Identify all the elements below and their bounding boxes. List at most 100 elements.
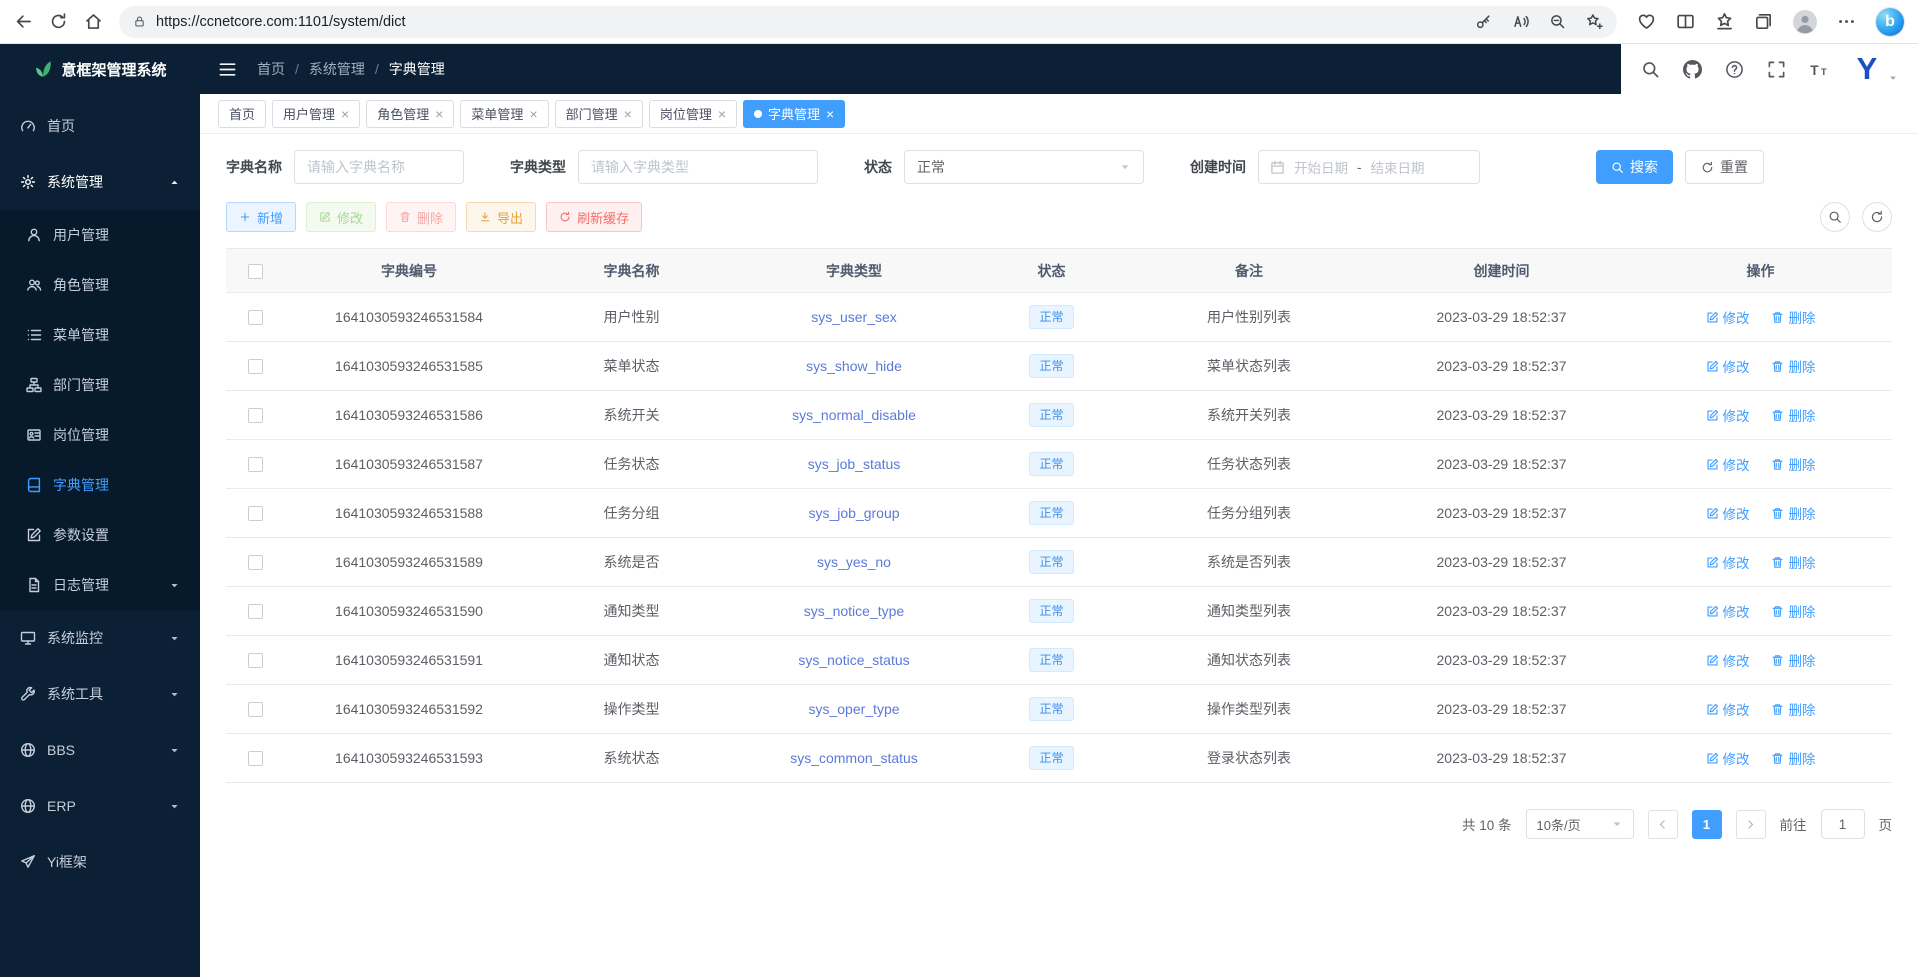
row-delete-link[interactable]: 删除	[1771, 454, 1815, 474]
row-delete-link[interactable]: 删除	[1771, 356, 1815, 376]
sidebar-item-param-settings[interactable]: 参数设置	[0, 510, 200, 560]
tab-close-icon[interactable]: ×	[341, 107, 349, 121]
tab-close-icon[interactable]: ×	[826, 107, 834, 121]
dict-type-link[interactable]: sys_normal_disable	[792, 407, 916, 423]
tab-home[interactable]: 首页	[218, 100, 266, 128]
refresh-table-button[interactable]	[1862, 202, 1892, 232]
github-icon[interactable]	[1683, 60, 1702, 79]
row-edit-link[interactable]: 修改	[1706, 699, 1750, 719]
dict-type-link[interactable]: sys_job_group	[808, 505, 899, 521]
lock-icon[interactable]	[133, 15, 146, 28]
bing-icon[interactable]: b	[1876, 8, 1904, 36]
row-edit-link[interactable]: 修改	[1706, 601, 1750, 621]
row-delete-link[interactable]: 删除	[1771, 650, 1815, 670]
dict-type-link[interactable]: sys_notice_status	[798, 652, 909, 668]
sidebar-item-system-monitor[interactable]: 系统监控	[0, 610, 200, 666]
select-all-checkbox[interactable]	[248, 264, 263, 279]
tab-close-icon[interactable]: ×	[529, 107, 537, 121]
reset-button[interactable]: 重置	[1685, 150, 1764, 184]
row-checkbox[interactable]	[248, 408, 263, 423]
row-delete-link[interactable]: 删除	[1771, 307, 1815, 327]
tab-post-mgmt[interactable]: 岗位管理×	[649, 100, 737, 128]
row-checkbox[interactable]	[248, 506, 263, 521]
sidebar-item-log-mgmt[interactable]: 日志管理	[0, 560, 200, 610]
breadcrumb-home[interactable]: 首页	[257, 59, 285, 79]
row-edit-link[interactable]: 修改	[1706, 356, 1750, 376]
sidebar-toggle-icon[interactable]	[218, 60, 237, 79]
row-edit-link[interactable]: 修改	[1706, 405, 1750, 425]
tab-dept-mgmt[interactable]: 部门管理×	[555, 100, 643, 128]
delete-button[interactable]: 删除	[386, 202, 456, 232]
star-add-icon[interactable]	[1586, 13, 1603, 30]
dict-type-link[interactable]: sys_notice_type	[804, 603, 904, 619]
goto-page-input[interactable]	[1821, 809, 1865, 839]
page-size-select[interactable]: 10条/页	[1526, 809, 1634, 839]
edit-button[interactable]: 修改	[306, 202, 376, 232]
tab-dict-mgmt[interactable]: 字典管理×	[743, 100, 845, 128]
sidebar-item-menu-mgmt[interactable]: 菜单管理	[0, 310, 200, 360]
sidebar-item-user-mgmt[interactable]: 用户管理	[0, 210, 200, 260]
export-button[interactable]: 导出	[466, 202, 536, 232]
profile-avatar[interactable]	[1793, 10, 1817, 34]
read-aloud-icon[interactable]	[1512, 13, 1529, 30]
row-checkbox[interactable]	[248, 310, 263, 325]
dict-type-link[interactable]: sys_yes_no	[817, 554, 891, 570]
tab-close-icon[interactable]: ×	[624, 107, 632, 121]
star-bar-icon[interactable]	[1715, 12, 1734, 31]
browser-reload-icon[interactable]	[49, 12, 68, 31]
dict-type-link[interactable]: sys_common_status	[790, 750, 918, 766]
tab-role-mgmt[interactable]: 角色管理×	[366, 100, 454, 128]
zoom-out-icon[interactable]	[1549, 13, 1566, 30]
sidebar-item-dict-mgmt[interactable]: 字典管理	[0, 460, 200, 510]
add-button[interactable]: 新增	[226, 202, 296, 232]
refresh-cache-button[interactable]: 刷新缓存	[546, 202, 642, 232]
search-button[interactable]: 搜索	[1596, 150, 1673, 184]
row-delete-link[interactable]: 删除	[1771, 748, 1815, 768]
row-delete-link[interactable]: 删除	[1771, 552, 1815, 572]
row-checkbox[interactable]	[248, 604, 263, 619]
sidebar-item-post-mgmt[interactable]: 岗位管理	[0, 410, 200, 460]
row-checkbox[interactable]	[248, 751, 263, 766]
row-delete-link[interactable]: 删除	[1771, 601, 1815, 621]
collections-icon[interactable]	[1754, 12, 1773, 31]
toggle-search-button[interactable]	[1820, 202, 1850, 232]
tab-user-mgmt[interactable]: 用户管理×	[272, 100, 360, 128]
row-checkbox[interactable]	[248, 702, 263, 717]
date-range-picker[interactable]: 开始日期 - 结束日期	[1258, 150, 1480, 184]
search-icon[interactable]	[1641, 60, 1660, 79]
row-checkbox[interactable]	[248, 653, 263, 668]
tab-menu-mgmt[interactable]: 菜单管理×	[460, 100, 548, 128]
sidebar-item-system-tools[interactable]: 系统工具	[0, 666, 200, 722]
browser-back-icon[interactable]	[14, 12, 33, 31]
browser-home-icon[interactable]	[84, 12, 103, 31]
sidebar-item-bbs[interactable]: BBS	[0, 722, 200, 778]
row-checkbox[interactable]	[248, 457, 263, 472]
prev-page-button[interactable]	[1648, 810, 1678, 839]
dict-type-link[interactable]: sys_job_status	[808, 456, 901, 472]
status-select[interactable]: 正常	[904, 150, 1144, 184]
sidebar-item-system-mgmt[interactable]: 系统管理	[0, 154, 200, 210]
breadcrumb-system[interactable]: 系统管理	[309, 59, 365, 79]
row-delete-link[interactable]: 删除	[1771, 503, 1815, 523]
dict-name-input[interactable]	[294, 150, 464, 184]
dict-type-link[interactable]: sys_oper_type	[808, 701, 899, 717]
fullscreen-icon[interactable]	[1767, 60, 1786, 79]
next-page-button[interactable]	[1736, 810, 1766, 839]
row-edit-link[interactable]: 修改	[1706, 503, 1750, 523]
sidebar-item-dept-mgmt[interactable]: 部门管理	[0, 360, 200, 410]
sidebar-item-yi-framework[interactable]: Yi框架	[0, 834, 200, 890]
row-edit-link[interactable]: 修改	[1706, 748, 1750, 768]
row-edit-link[interactable]: 修改	[1706, 307, 1750, 327]
row-checkbox[interactable]	[248, 555, 263, 570]
tab-close-icon[interactable]: ×	[435, 107, 443, 121]
row-delete-link[interactable]: 删除	[1771, 699, 1815, 719]
address-bar[interactable]: https://ccnetcore.com:1101/system/dict	[119, 6, 1617, 38]
dict-type-input[interactable]	[578, 150, 818, 184]
key-icon[interactable]	[1475, 13, 1492, 30]
dict-type-link[interactable]: sys_user_sex	[811, 309, 897, 325]
sidebar-item-home[interactable]: 首页	[0, 98, 200, 154]
row-edit-link[interactable]: 修改	[1706, 454, 1750, 474]
url-text[interactable]: https://ccnetcore.com:1101/system/dict	[156, 14, 406, 30]
sidebar-item-erp[interactable]: ERP	[0, 778, 200, 834]
current-page-button[interactable]: 1	[1692, 810, 1722, 839]
